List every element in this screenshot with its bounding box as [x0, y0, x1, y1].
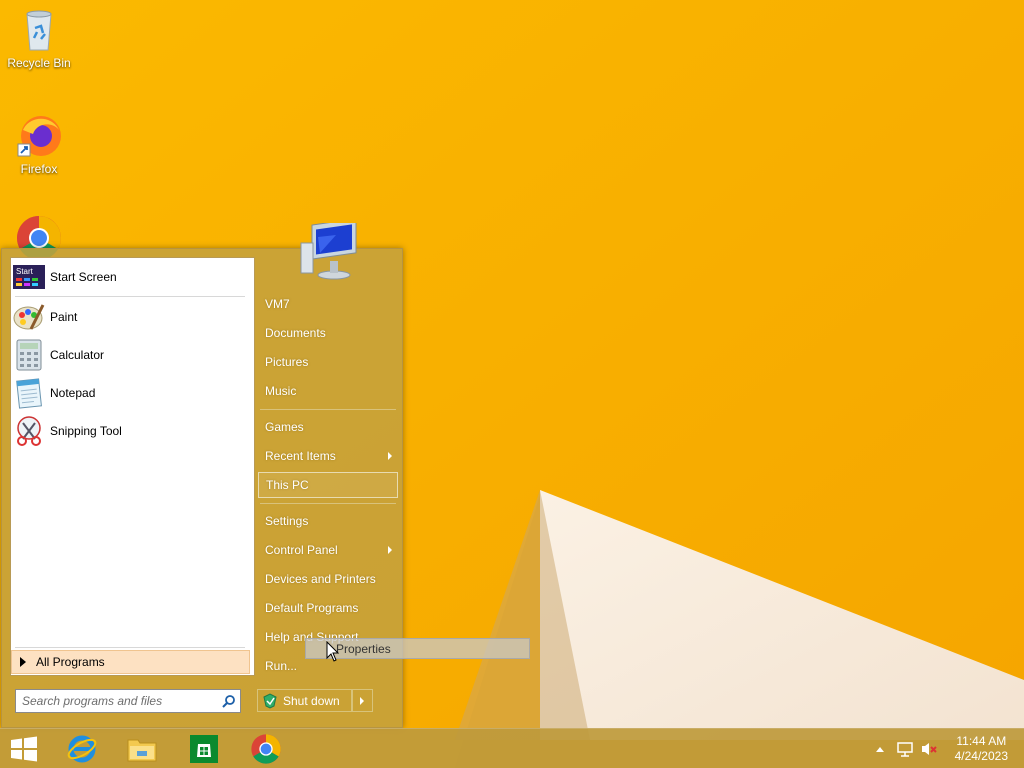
start-this-pc[interactable]: This PC — [258, 472, 398, 498]
item-label: Settings — [265, 514, 309, 528]
properties-label: Properties — [336, 641, 391, 656]
item-label: VM7 — [265, 297, 290, 311]
item-label: Documents — [265, 326, 326, 340]
divider — [260, 409, 396, 410]
chrome-taskbar-icon[interactable] — [246, 733, 286, 765]
item-label: Pictures — [265, 355, 309, 369]
divider — [15, 647, 245, 648]
snipping-tool-icon — [13, 415, 45, 447]
program-label: Start Screen — [50, 270, 117, 284]
divider — [260, 503, 396, 504]
all-programs-button[interactable]: All Programs — [11, 650, 250, 674]
expand-arrow-icon — [20, 657, 26, 667]
desktop-icon-recycle-bin[interactable]: Recycle Bin — [1, 6, 77, 70]
firefox-icon — [15, 112, 63, 160]
calculator-icon — [13, 339, 45, 371]
start-pictures[interactable]: Pictures — [258, 349, 398, 375]
store-icon[interactable] — [184, 733, 224, 765]
submenu-arrow-icon — [388, 546, 392, 554]
network-icon[interactable] — [894, 733, 916, 765]
clock-time: 11:44 AM — [956, 734, 1007, 748]
start-badge: Start — [16, 267, 34, 276]
file-explorer-icon[interactable] — [122, 733, 162, 765]
item-label: Devices and Printers — [265, 572, 376, 586]
program-label: Calculator — [50, 348, 105, 362]
submenu-arrow-icon — [388, 452, 392, 460]
item-label: Games — [265, 420, 304, 434]
program-calculator[interactable]: Calculator — [13, 338, 249, 372]
notepad-icon — [13, 377, 45, 409]
windows-logo-icon — [11, 736, 37, 762]
start-button[interactable] — [4, 733, 44, 765]
recycle-bin-icon — [15, 6, 63, 54]
search-input[interactable]: Search programs and files — [15, 689, 241, 713]
start-settings[interactable]: Settings — [258, 508, 398, 534]
program-start-screen[interactable]: Start Start Screen — [13, 260, 249, 294]
desktop-icon-label: Recycle Bin — [7, 56, 71, 70]
internet-explorer-icon[interactable] — [62, 733, 102, 765]
start-default-programs[interactable]: Default Programs — [258, 595, 398, 621]
item-label: Run... — [265, 659, 298, 673]
divider — [15, 296, 245, 297]
clock-date: 4/24/2023 — [954, 749, 1008, 763]
program-paint[interactable]: Paint — [13, 300, 249, 334]
search-placeholder: Search programs and files — [22, 694, 163, 708]
item-label: This PC — [266, 478, 309, 492]
start-documents[interactable]: Documents — [258, 320, 398, 346]
system-clock[interactable]: 11:44 AM 4/24/2023 — [955, 734, 1008, 764]
all-programs-label: All Programs — [36, 655, 105, 669]
start-user-folder[interactable]: VM7 — [258, 291, 398, 317]
computer-icon — [298, 218, 360, 281]
desktop-icon-label: Firefox — [20, 162, 58, 176]
item-label: Default Programs — [265, 601, 359, 615]
item-label: Recent Items — [265, 449, 336, 463]
search-icon — [222, 694, 236, 708]
mouse-cursor-icon — [326, 640, 340, 662]
desktop-icon-firefox[interactable]: Firefox — [1, 112, 77, 176]
shutdown-options-button[interactable] — [352, 689, 373, 712]
item-label: Music — [265, 384, 297, 398]
item-label: Control Panel — [265, 543, 338, 557]
shield-icon — [262, 692, 278, 709]
start-recent-items[interactable]: Recent Items — [258, 443, 398, 469]
shutdown-button[interactable]: Shut down — [257, 689, 352, 712]
program-snipping-tool[interactable]: Snipping Tool — [13, 414, 249, 448]
paint-icon — [13, 301, 45, 333]
start-music[interactable]: Music — [258, 378, 398, 404]
volume-muted-icon[interactable] — [918, 733, 940, 765]
program-label: Notepad — [50, 386, 96, 400]
taskbar: 11:44 AM 4/24/2023 — [0, 728, 1024, 768]
program-notepad[interactable]: Notepad — [13, 376, 249, 410]
program-label: Paint — [50, 310, 78, 324]
show-hidden-icons-button[interactable] — [868, 733, 892, 765]
program-label: Snipping Tool — [50, 424, 122, 438]
start-games[interactable]: Games — [258, 414, 398, 440]
start-control-panel[interactable]: Control Panel — [258, 537, 398, 563]
shutdown-label: Shut down — [283, 693, 340, 708]
start-devices-printers[interactable]: Devices and Printers — [258, 566, 398, 592]
start-screen-icon: Start — [13, 261, 45, 293]
